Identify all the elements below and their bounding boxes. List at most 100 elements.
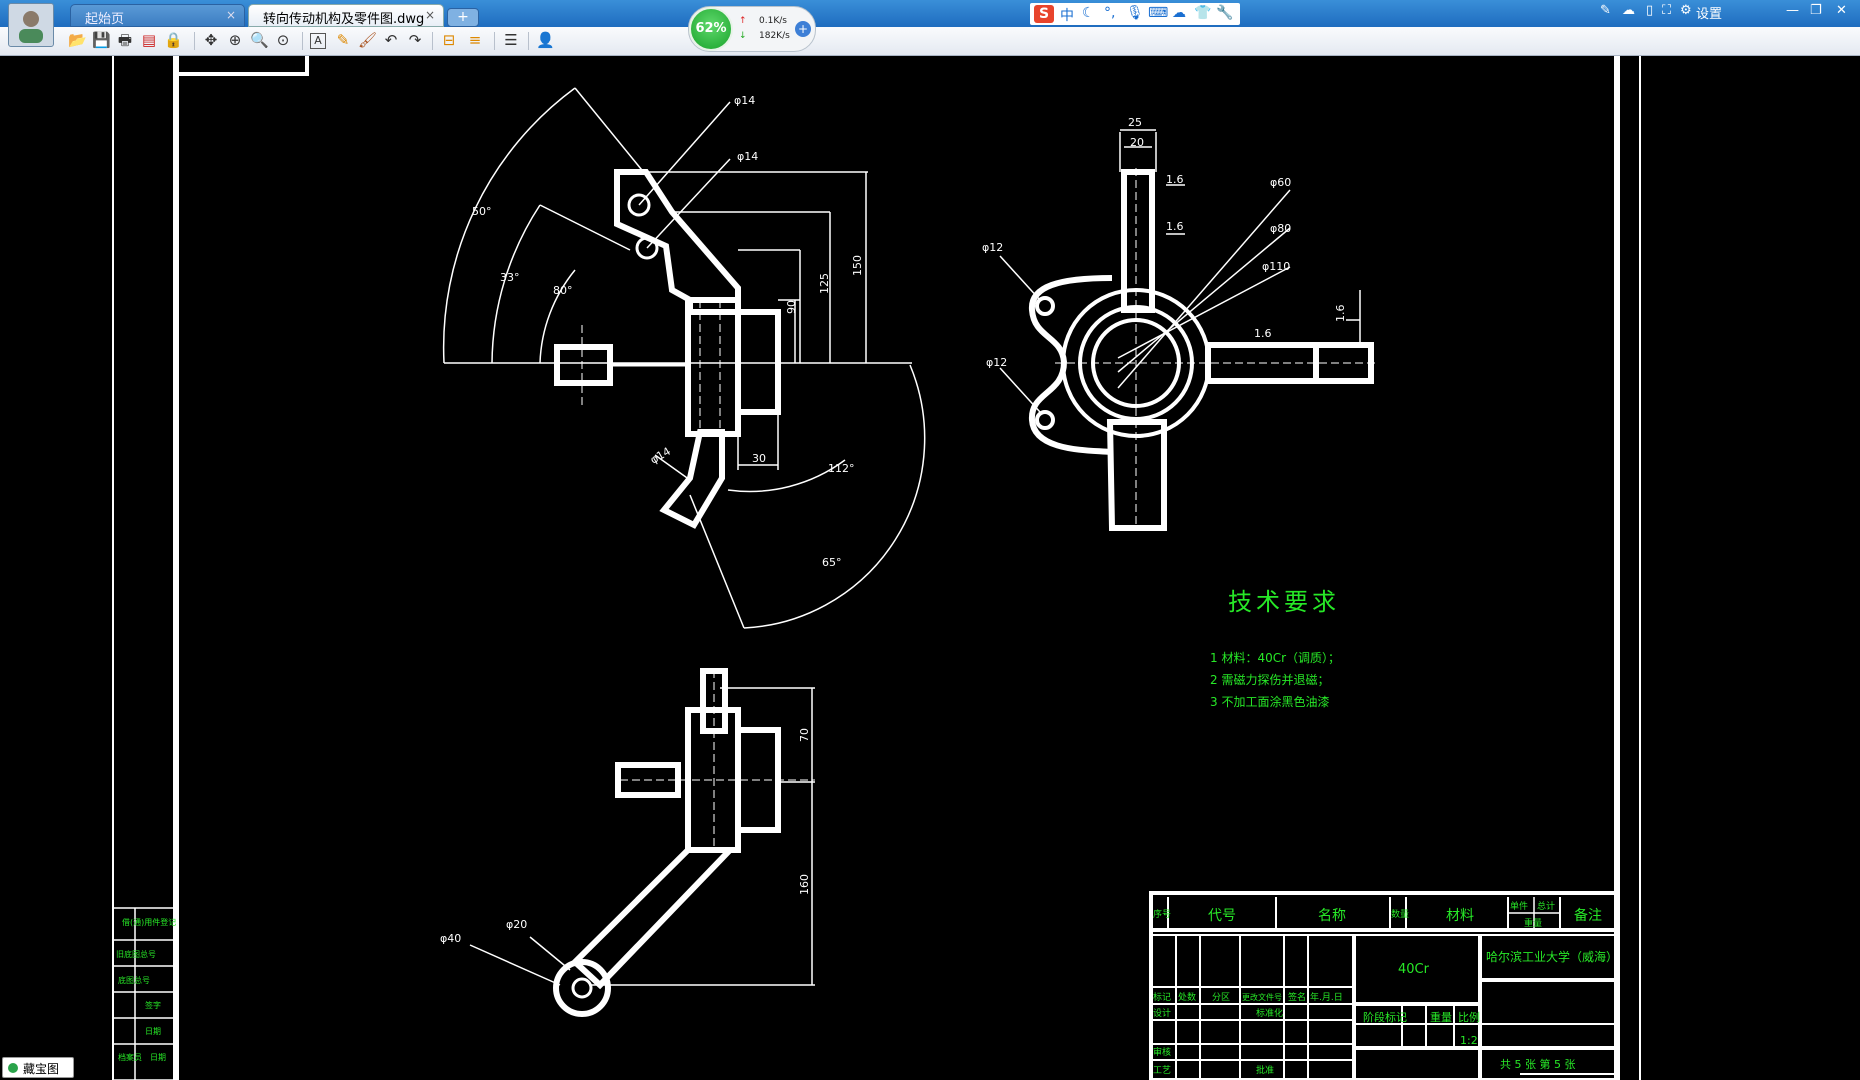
punctuation-icon[interactable]: °, bbox=[1104, 5, 1115, 21]
separator bbox=[494, 32, 495, 50]
tab-label: 起始页 bbox=[85, 12, 125, 27]
measure-icon[interactable]: ⊟ bbox=[440, 31, 458, 49]
sidebar-label-text: 旧底图总号 bbox=[116, 949, 156, 959]
toolbar: 📂 💾 🖶 ▤ 🔒 ✥ ⊕ 🔍 ⊙ A ✎ 🖌 ↶ ↷ ⊟ ≡ ☰ 👤 bbox=[0, 27, 1860, 56]
sidebar-label-text: 借(通)用件登记 bbox=[122, 917, 176, 927]
sidebar-label-text: 日期 bbox=[150, 1053, 166, 1062]
material-value: 40Cr bbox=[1398, 962, 1430, 977]
keyboard-icon[interactable]: ⌨ bbox=[1148, 5, 1168, 21]
title-block-text: 比例 bbox=[1458, 1010, 1480, 1024]
tech-requirement-item: 1 材料：40Cr（调质）； bbox=[1210, 651, 1340, 665]
lock-icon[interactable]: 🔒 bbox=[164, 31, 183, 49]
arrow-down-icon: ↓ bbox=[739, 31, 747, 41]
download-speed: 182K/s bbox=[759, 31, 790, 41]
measure-multi-icon[interactable]: ≡ bbox=[466, 31, 484, 49]
dimension-text: 20 bbox=[1130, 136, 1144, 149]
top-view-knuckle bbox=[469, 668, 815, 1017]
title-block-text: 工艺 bbox=[1153, 1065, 1171, 1076]
scale-value: 1:2 bbox=[1460, 1034, 1478, 1047]
roughness-text: 1.6 bbox=[1166, 173, 1184, 186]
title-block-text: 重量 bbox=[1430, 1010, 1452, 1024]
tab-close-icon[interactable]: × bbox=[425, 8, 435, 22]
dimension-text: φ40 bbox=[440, 932, 461, 945]
brush-icon[interactable]: 🖌 bbox=[358, 31, 377, 49]
sidebar-label-text: 日期 bbox=[145, 1027, 161, 1036]
title-block-text: 批准 bbox=[1256, 1064, 1274, 1076]
open-icon[interactable]: 📂 bbox=[68, 31, 87, 49]
wechat-icon[interactable]: ☁ bbox=[1622, 3, 1635, 18]
tab-close-icon[interactable]: × bbox=[226, 8, 236, 22]
close-icon[interactable]: ✕ bbox=[1836, 3, 1847, 18]
zoom-extents-icon[interactable]: ⊙ bbox=[274, 31, 292, 49]
tab-label: 转向传动机构及零件图.dwg bbox=[263, 12, 425, 27]
zoom-window-icon[interactable]: ⊕ bbox=[226, 31, 244, 49]
add-icon[interactable]: + bbox=[795, 21, 811, 37]
title-bar: 起始页 × 转向传动机构及零件图.dwg × + S 中 ☾ °, 🎙 ⌨ ☁ … bbox=[0, 0, 1860, 27]
upload-speed: 0.1K/s bbox=[759, 16, 787, 26]
settings-label[interactable]: 设置 bbox=[1696, 3, 1722, 22]
title-block-text: 名称 bbox=[1318, 908, 1346, 924]
zoom-realtime-icon[interactable]: 🔍 bbox=[250, 31, 269, 49]
network-speed-widget[interactable]: 62% ↑ 0.1K/s ↓ 182K/s + bbox=[688, 6, 816, 52]
separator bbox=[194, 32, 195, 50]
title-block-text: 代号 bbox=[1208, 908, 1236, 924]
save-icon[interactable]: 💾 bbox=[92, 31, 111, 49]
user-icon[interactable]: 👤 bbox=[536, 31, 555, 49]
edit-note-icon[interactable]: ✎ bbox=[1600, 3, 1611, 18]
drawing-frame bbox=[112, 56, 1641, 1080]
dimension-text: 125 bbox=[818, 273, 831, 294]
roughness-text: 1.6 bbox=[1334, 305, 1347, 323]
pencil-icon[interactable]: ✎ bbox=[334, 31, 352, 49]
shirt-icon[interactable]: 👕 bbox=[1194, 5, 1211, 21]
redo-icon[interactable]: ↷ bbox=[406, 31, 424, 49]
layers-icon[interactable]: ☰ bbox=[502, 31, 520, 49]
title-block: 序号 代号 名称 数量 材料 单件 总计 重量 备注 40Cr 哈尔滨工业大学（… bbox=[1149, 891, 1619, 1080]
new-tab-button[interactable]: + bbox=[447, 8, 479, 27]
dimension-text: 70 bbox=[798, 728, 811, 742]
phone-icon[interactable]: ▯ bbox=[1646, 3, 1653, 18]
sogou-logo-icon[interactable]: S bbox=[1034, 5, 1054, 23]
dimension-text: 80° bbox=[553, 284, 573, 297]
sidebar-label-text: 底图总号 bbox=[118, 975, 150, 985]
title-block-text: 备注 bbox=[1574, 907, 1602, 924]
separator bbox=[528, 32, 529, 50]
print-icon[interactable]: 🖶 bbox=[116, 31, 134, 49]
cad-drawing-canvas[interactable]: 借(通)用件登记 旧底图总号 底图总号 签字 日期 档案员 日期 φ14 φ14… bbox=[0, 56, 1860, 1080]
dimension-text: 50° bbox=[472, 205, 492, 218]
gear-icon[interactable]: ⚙ bbox=[1680, 3, 1692, 18]
tab-start-page[interactable]: 起始页 × bbox=[70, 4, 245, 27]
ime-toolbar: S 中 ☾ °, 🎙 ⌨ ☁ 👕 🔧 bbox=[1030, 3, 1240, 25]
status-treasure-map-button[interactable]: 藏宝图 bbox=[2, 1057, 74, 1078]
moon-icon[interactable]: ☾ bbox=[1082, 5, 1095, 21]
memory-percent-badge[interactable]: 62% bbox=[689, 7, 733, 51]
dimension-text: 33° bbox=[500, 271, 520, 284]
title-block-text: 标记 bbox=[1153, 991, 1171, 1003]
tech-requirement-item: 3 不加工面涂黑色油漆 bbox=[1210, 694, 1329, 709]
status-label: 藏宝图 bbox=[23, 1062, 60, 1076]
roughness-text: 1.6 bbox=[1166, 220, 1184, 233]
pdf-icon[interactable]: ▤ bbox=[140, 31, 158, 49]
dimension-text: 150 bbox=[851, 255, 864, 276]
title-block-text: 阶段标记 bbox=[1363, 1010, 1407, 1024]
undo-icon[interactable]: ↶ bbox=[382, 31, 400, 49]
user-avatar[interactable] bbox=[8, 3, 54, 47]
title-block-text: 年.月.日 bbox=[1310, 991, 1343, 1003]
ime-mode-label[interactable]: 中 bbox=[1060, 5, 1074, 25]
dimension-text: φ20 bbox=[506, 918, 527, 931]
text-icon[interactable]: A bbox=[310, 33, 326, 49]
skin-icon[interactable]: ☁ bbox=[1172, 5, 1186, 21]
title-block-text: 签名 bbox=[1288, 991, 1306, 1003]
restore-icon[interactable]: ❐ bbox=[1810, 3, 1822, 18]
pan-icon[interactable]: ✥ bbox=[202, 31, 220, 49]
microphone-icon[interactable]: 🎙 bbox=[1126, 5, 1144, 21]
title-block-text: 更改文件号 bbox=[1242, 992, 1282, 1002]
minimize-icon[interactable]: — bbox=[1786, 3, 1799, 18]
dimension-text: φ14 bbox=[734, 94, 755, 107]
arrow-up-icon: ↑ bbox=[739, 16, 747, 26]
technical-requirements: 技术要求 1 材料：40Cr（调质）； 2 需磁力探伤并退磁； 3 不加工面涂黑… bbox=[1210, 588, 1340, 709]
title-block-text: 处数 bbox=[1178, 991, 1196, 1003]
wrench-icon[interactable]: 🔧 bbox=[1216, 5, 1233, 21]
tab-dwg-file[interactable]: 转向传动机构及零件图.dwg × bbox=[248, 4, 444, 27]
fullscreen-icon[interactable]: ⛶ bbox=[1662, 3, 1671, 18]
title-block-text: 重量 bbox=[1524, 917, 1542, 929]
